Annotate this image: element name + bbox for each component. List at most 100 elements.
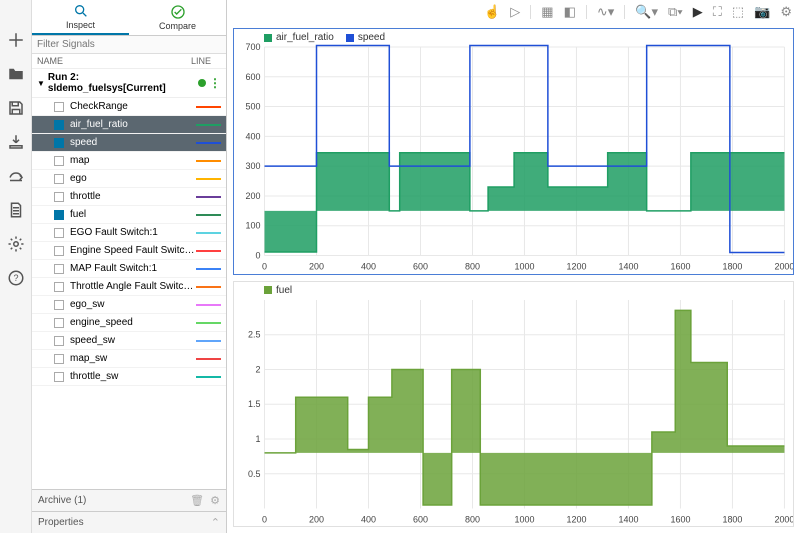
fingerprint-icon[interactable]: ☝ [484, 4, 500, 20]
tab-compare-label: Compare [159, 21, 196, 31]
run-status-dot [198, 79, 206, 87]
svg-text:2: 2 [256, 364, 261, 374]
play-icon[interactable]: ▷ [510, 4, 520, 20]
zoom-icon[interactable]: 🔍▾ [635, 4, 658, 20]
signal-row[interactable]: ego_sw [32, 296, 226, 314]
svg-text:0: 0 [262, 262, 267, 272]
legend-label: speed [358, 32, 385, 43]
line-color-sample [196, 268, 221, 270]
archive-label: Archive (1) [38, 495, 86, 506]
archive-gear-icon[interactable]: ⚙ [210, 494, 220, 507]
svg-text:1800: 1800 [722, 262, 742, 272]
signal-checkbox[interactable] [54, 246, 64, 256]
signal-row[interactable]: Engine Speed Fault Switch:1 [32, 242, 226, 260]
signal-row[interactable]: Throttle Angle Fault Switch:1 [32, 278, 226, 296]
add-icon[interactable] [6, 30, 26, 50]
plot-legend: fuel [264, 285, 292, 296]
legend-item: air_fuel_ratio [264, 32, 334, 43]
save-icon[interactable] [6, 98, 26, 118]
signal-checkbox[interactable] [54, 228, 64, 238]
legend-label: air_fuel_ratio [276, 32, 334, 43]
signal-row[interactable]: map_sw [32, 350, 226, 368]
signal-row[interactable]: throttle [32, 188, 226, 206]
run-row[interactable]: ▼ Run 2: sldemo_fuelsys[Current] ⋮ [32, 69, 226, 98]
signal-checkbox[interactable] [54, 300, 64, 310]
expand-triangle-icon: ▼ [37, 79, 45, 88]
column-name: NAME [37, 56, 191, 66]
help-icon[interactable]: ? [6, 268, 26, 288]
signal-checkbox[interactable] [54, 372, 64, 382]
filter-signals-input[interactable] [32, 36, 226, 54]
svg-text:0: 0 [262, 514, 267, 524]
import-icon[interactable] [6, 132, 26, 152]
signal-checkbox[interactable] [54, 282, 64, 292]
signal-wave-icon[interactable]: ∿▾ [597, 4, 614, 20]
chevron-up-icon: ⌃ [211, 516, 220, 529]
svg-text:800: 800 [465, 262, 480, 272]
signal-list-header: NAME LINE [32, 54, 226, 69]
sidebar-tabs: Inspect Compare [32, 0, 226, 36]
signal-checkbox[interactable] [54, 192, 64, 202]
run-menu-icon[interactable]: ⋮ [209, 77, 221, 89]
signal-checkbox[interactable] [54, 354, 64, 364]
signal-row[interactable]: EGO Fault Switch:1 [32, 224, 226, 242]
signal-row[interactable]: speed_sw [32, 332, 226, 350]
document-icon[interactable] [6, 200, 26, 220]
folder-icon[interactable] [6, 64, 26, 84]
signal-row[interactable]: speed [32, 134, 226, 152]
signal-checkbox[interactable] [54, 318, 64, 328]
archive-row[interactable]: Archive (1) 🗑 ⚙ [32, 489, 226, 511]
column-line: LINE [191, 56, 221, 66]
tab-inspect[interactable]: Inspect [32, 0, 129, 35]
signal-row[interactable]: fuel [32, 206, 226, 224]
plot-toolbar: ☝ ▷ ▦ ◧ ∿▾ 🔍▾ ⧉▾ ▶ ⛶ ⬚ 📷 ⚙ [227, 0, 800, 24]
plot-settings-icon[interactable]: ⚙ [780, 4, 792, 20]
properties-label: Properties [38, 517, 84, 528]
signal-row[interactable]: ego [32, 170, 226, 188]
tab-compare[interactable]: Compare [129, 0, 226, 35]
signal-checkbox[interactable] [54, 210, 64, 220]
svg-text:400: 400 [361, 514, 376, 524]
gear-icon[interactable] [6, 234, 26, 254]
fit-view-icon[interactable]: ⛶ [713, 4, 722, 20]
signal-checkbox[interactable] [54, 336, 64, 346]
svg-text:700: 700 [246, 42, 261, 52]
signal-sidebar: Inspect Compare NAME LINE ▼ Run 2: sldem… [32, 0, 227, 533]
svg-text:600: 600 [413, 262, 428, 272]
signal-row[interactable]: MAP Fault Switch:1 [32, 260, 226, 278]
signal-row[interactable]: map [32, 152, 226, 170]
signal-checkbox[interactable] [54, 138, 64, 148]
camera-icon[interactable]: 📷 [754, 4, 770, 20]
properties-row[interactable]: Properties ⌃ [32, 511, 226, 533]
left-toolbar: ? [0, 0, 32, 533]
tab-inspect-label: Inspect [66, 20, 95, 30]
svg-text:1: 1 [256, 434, 261, 444]
line-color-sample [196, 142, 221, 144]
eraser-icon[interactable]: ◧ [564, 4, 576, 20]
pointer-icon[interactable]: ▶ [693, 4, 703, 20]
signal-checkbox[interactable] [54, 120, 64, 130]
plot-bottom[interactable]: 02004006008001000120014001600180020000.5… [233, 281, 794, 528]
signal-checkbox[interactable] [54, 102, 64, 112]
signal-row[interactable]: air_fuel_ratio [32, 116, 226, 134]
signal-row[interactable]: CheckRange [32, 98, 226, 116]
legend-swatch [346, 34, 354, 42]
signal-checkbox[interactable] [54, 264, 64, 274]
zoom-region-icon[interactable]: ⧉▾ [668, 4, 683, 20]
svg-text:300: 300 [246, 161, 261, 171]
grid-layout-icon[interactable]: ▦ [541, 4, 553, 20]
line-color-sample [196, 322, 221, 324]
signal-row[interactable]: throttle_sw [32, 368, 226, 386]
svg-text:1200: 1200 [566, 514, 586, 524]
line-color-sample [196, 250, 221, 252]
trash-icon[interactable]: 🗑 [190, 494, 204, 507]
signal-row[interactable]: engine_speed [32, 314, 226, 332]
fullscreen-icon[interactable]: ⬚ [732, 4, 744, 20]
line-color-sample [196, 196, 221, 198]
signal-name: map_sw [70, 353, 196, 364]
plot-top[interactable]: 0200400600800100012001400160018002000010… [233, 28, 794, 275]
signal-checkbox[interactable] [54, 174, 64, 184]
export-icon[interactable] [6, 166, 26, 186]
signal-checkbox[interactable] [54, 156, 64, 166]
legend-item: fuel [264, 285, 292, 296]
